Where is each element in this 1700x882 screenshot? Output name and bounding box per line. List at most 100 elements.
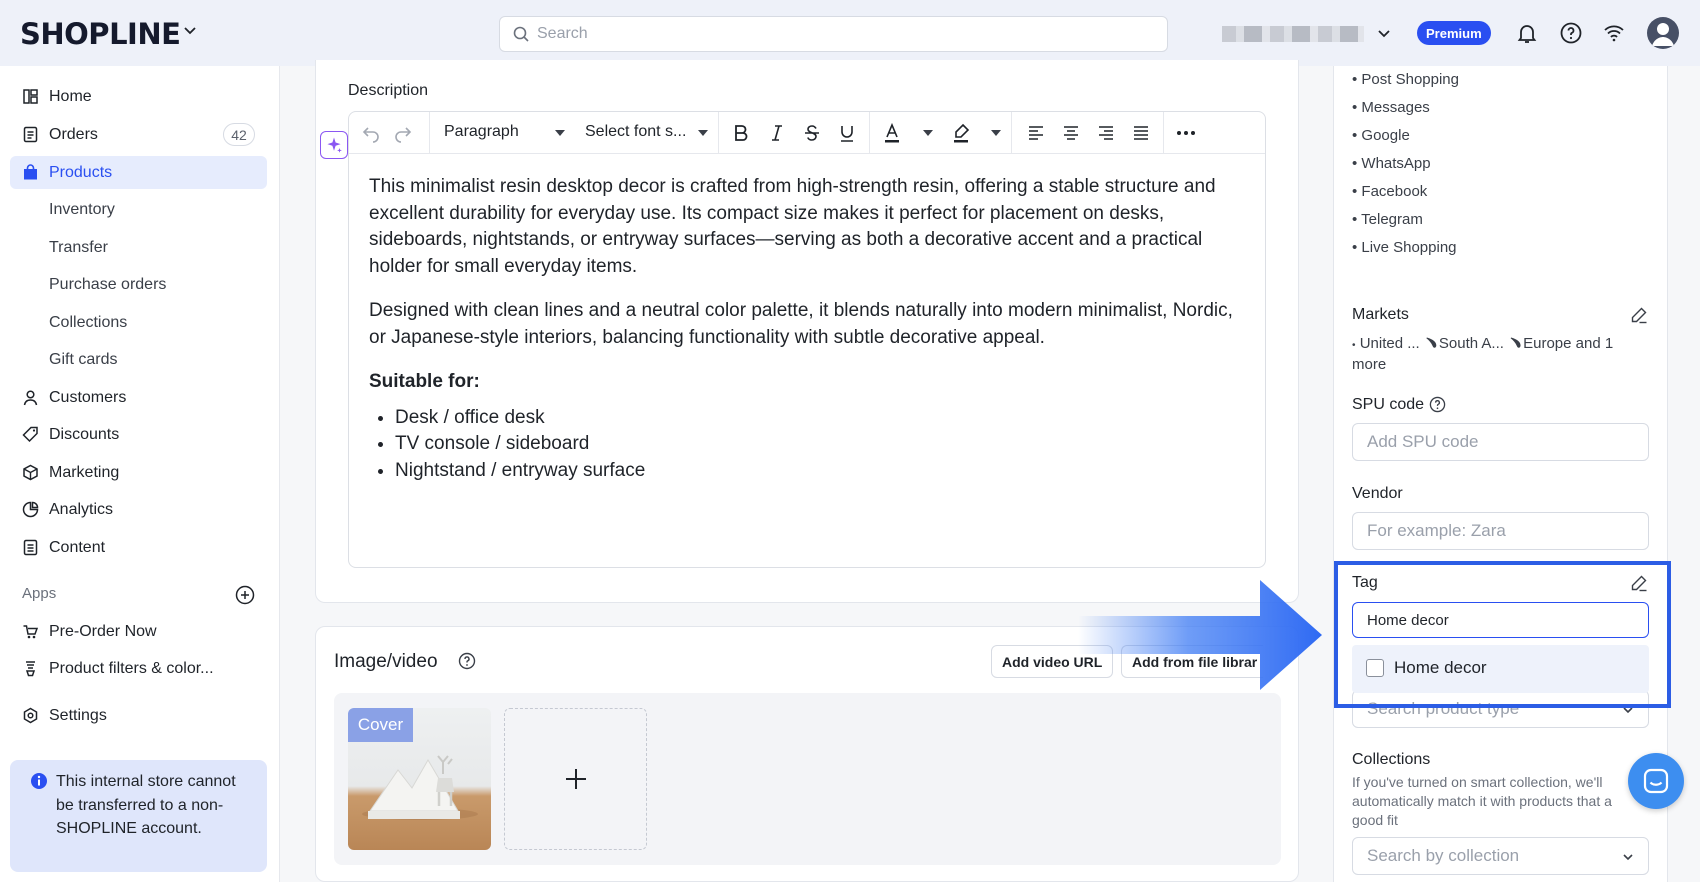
- sidebar-item-label: Pre-Order Now: [49, 622, 157, 640]
- help-icon[interactable]: [1429, 396, 1446, 413]
- list-item: • Google: [1352, 127, 1410, 144]
- filter-app-icon: [25, 661, 36, 677]
- sidebar-item-gift-cards[interactable]: Gift cards: [10, 343, 267, 376]
- shopline-logo[interactable]: SHOPLINE: [20, 17, 181, 51]
- sidebar-item-label: Product filters & color...: [49, 659, 214, 677]
- sidebar-item-inventory[interactable]: Inventory: [10, 193, 267, 226]
- description-paragraph: Designed with clean lines and a neutral …: [369, 300, 1233, 348]
- text-color-icon[interactable]: [882, 123, 902, 143]
- sidebar-item-products[interactable]: Products: [10, 156, 267, 189]
- list-item: • Telegram: [1352, 211, 1423, 228]
- transfer-notice: This internal store cannot be transferre…: [10, 760, 267, 872]
- align-justify-icon[interactable]: [1131, 123, 1151, 143]
- search-input[interactable]: Search: [499, 16, 1168, 52]
- sidebar-item-settings[interactable]: Settings: [10, 699, 267, 732]
- highlight-icon[interactable]: [951, 123, 971, 143]
- markets-value: • United ... ﹅South A... ﹅Europe and 1 m…: [1352, 335, 1614, 373]
- collections-label: Collections: [1352, 751, 1431, 768]
- editor-content[interactable]: This minimalist resin desktop decor is c…: [369, 174, 1249, 484]
- sidebar-item-content[interactable]: Content: [10, 531, 267, 564]
- caret-down-icon[interactable]: [698, 130, 708, 136]
- sidebar-item-label: Transfer: [49, 238, 108, 256]
- cover-label: Cover: [348, 708, 413, 742]
- product-image[interactable]: Cover: [348, 708, 491, 850]
- sidebar-item-analytics[interactable]: Analytics: [10, 493, 267, 526]
- more-icon[interactable]: [1175, 123, 1197, 143]
- sidebar-item-marketing[interactable]: Marketing: [10, 456, 267, 489]
- list-item: Nightstand / entryway surface: [395, 458, 1249, 485]
- sidebar-item-label: Products: [49, 163, 113, 181]
- info-icon: [31, 773, 47, 789]
- home-icon: [23, 89, 38, 104]
- cube-icon: [23, 464, 38, 481]
- align-left-icon[interactable]: [1026, 123, 1046, 143]
- description-label: Description: [348, 82, 429, 99]
- wifi-icon[interactable]: [1602, 21, 1626, 45]
- sidebar-item-collections[interactable]: Collections: [10, 306, 267, 339]
- align-center-icon[interactable]: [1061, 123, 1081, 143]
- spu-code-input[interactable]: Add SPU code: [1352, 423, 1649, 461]
- avatar[interactable]: [1647, 17, 1679, 49]
- analytics-icon: [22, 501, 39, 518]
- suitable-list: Desk / office desk TV console / sideboar…: [395, 405, 1249, 485]
- bell-icon[interactable]: [1515, 21, 1539, 45]
- user-icon: [23, 390, 38, 406]
- sidebar-item-label: Orders: [49, 125, 98, 143]
- document-icon: [23, 539, 38, 556]
- redo-icon[interactable]: [393, 123, 413, 143]
- help-icon[interactable]: [458, 652, 476, 670]
- chevron-down-icon[interactable]: [183, 24, 197, 38]
- block-format-select[interactable]: Paragraph: [444, 123, 519, 141]
- sidebar-app-pre-order-now[interactable]: Pre-Order Now: [10, 615, 267, 648]
- toolbar-divider: [869, 112, 870, 154]
- add-app-icon[interactable]: [235, 585, 255, 605]
- sidebar-app-product-filters[interactable]: Product filters & color...: [10, 652, 267, 685]
- top-bar: SHOPLINE Search Premium: [0, 0, 1700, 66]
- sidebar-item-orders[interactable]: Orders 42: [10, 118, 267, 151]
- plus-icon: [565, 769, 586, 789]
- description-editor[interactable]: Paragraph Select font s... This minimali…: [348, 111, 1266, 568]
- pre-order-app-icon: [23, 625, 39, 639]
- sidebar-item-transfer[interactable]: Transfer: [10, 231, 267, 264]
- ai-sparkle-button[interactable]: [320, 131, 348, 159]
- list-item: TV console / sideboard: [395, 431, 1249, 458]
- orders-count-badge: 42: [223, 123, 255, 146]
- edit-icon[interactable]: [1630, 306, 1648, 324]
- add-media-button[interactable]: [504, 708, 647, 850]
- media-title: Image/video: [334, 651, 438, 672]
- editor-toolbar: Paragraph Select font s...: [349, 112, 1265, 154]
- strikethrough-icon[interactable]: [802, 123, 822, 143]
- sales-channel-list: • Post Shopping • Messages • Google • Wh…: [1352, 70, 1459, 266]
- sidebar-item-customers[interactable]: Customers: [10, 381, 267, 414]
- highlight-box: [1334, 561, 1671, 708]
- help-icon[interactable]: [1559, 21, 1583, 45]
- italic-icon[interactable]: [767, 123, 787, 143]
- sidebar-item-label: Settings: [49, 706, 107, 724]
- undo-icon[interactable]: [361, 123, 381, 143]
- markets-label: Markets: [1352, 306, 1409, 323]
- caret-down-icon[interactable]: [923, 130, 933, 136]
- store-name-blurred[interactable]: [1222, 26, 1364, 42]
- description-paragraph: This minimalist resin desktop decor is c…: [369, 176, 1216, 277]
- suitable-heading: Suitable for:: [369, 371, 480, 392]
- collections-help: If you've turned on smart collection, we…: [1352, 774, 1612, 828]
- store-chevron-down-icon[interactable]: [1376, 26, 1392, 42]
- vendor-input[interactable]: For example: Zara: [1352, 512, 1649, 550]
- bold-icon[interactable]: [731, 123, 751, 143]
- bag-icon: [24, 164, 37, 180]
- collections-select[interactable]: Search by collection: [1352, 837, 1649, 875]
- list-item: • Messages: [1352, 99, 1430, 116]
- toolbar-divider: [1011, 112, 1012, 154]
- chat-icon: [1643, 768, 1669, 794]
- sidebar-item-purchase-orders[interactable]: Purchase orders: [10, 268, 267, 301]
- sidebar-item-discounts[interactable]: Discounts: [10, 418, 267, 451]
- font-size-select[interactable]: Select font s...: [585, 123, 686, 141]
- caret-down-icon[interactable]: [555, 130, 565, 136]
- caret-down-icon[interactable]: [991, 130, 1001, 136]
- chat-support-button[interactable]: [1628, 753, 1684, 809]
- align-right-icon[interactable]: [1096, 123, 1116, 143]
- premium-badge[interactable]: Premium: [1417, 21, 1491, 45]
- underline-icon[interactable]: [837, 123, 857, 143]
- sidebar-item-home[interactable]: Home: [10, 80, 267, 113]
- sidebar-item-label: Marketing: [49, 463, 120, 481]
